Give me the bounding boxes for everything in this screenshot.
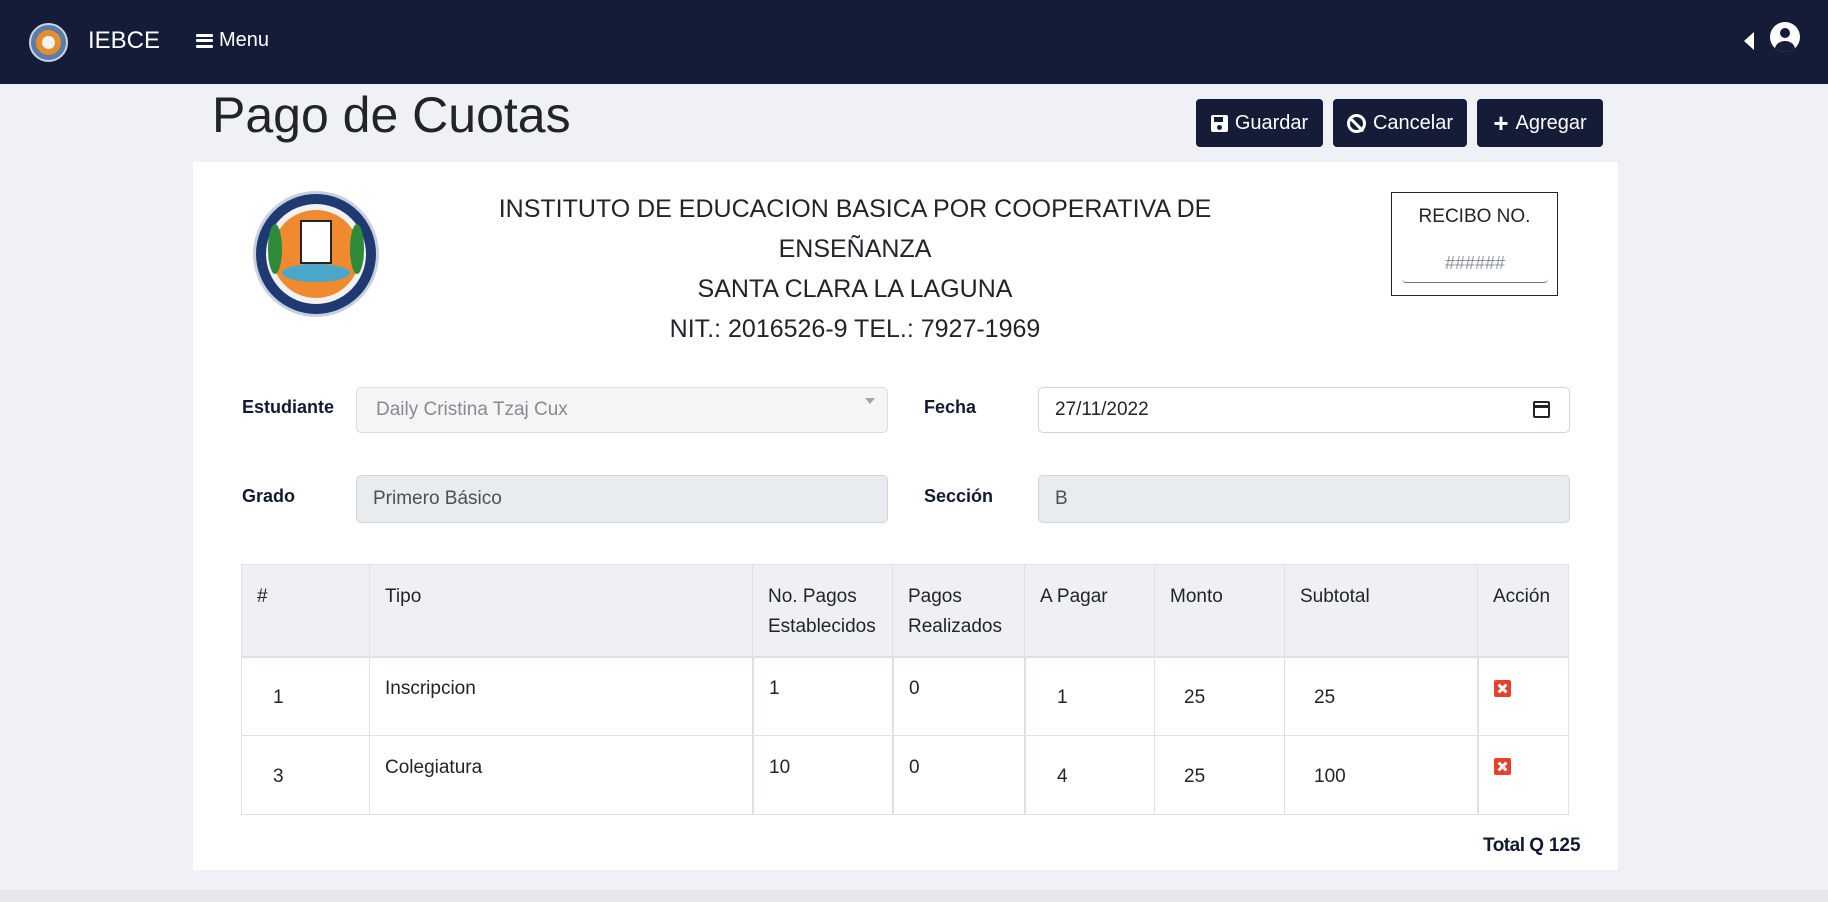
receipt-label: RECIBO NO. bbox=[1418, 206, 1531, 227]
row-number: 1 bbox=[273, 687, 284, 708]
institution-header: INSTITUTO DE EDUCACION BASICA POR COOPER… bbox=[433, 189, 1277, 349]
table-header-amount: Monto bbox=[1154, 564, 1285, 657]
institution-contact: NIT.: 2016526-9 TEL.: 7927-1969 bbox=[669, 315, 1041, 343]
grade-field-value: Primero Básico bbox=[373, 488, 502, 509]
table-row-cell: 0 bbox=[892, 657, 1025, 736]
brand-logo-icon[interactable] bbox=[29, 23, 68, 62]
header-text-line: No. Pagos bbox=[768, 586, 857, 607]
grade-field: Primero Básico bbox=[356, 475, 888, 523]
table-row-cell: 1 bbox=[241, 657, 370, 736]
student-select-value: Daily Cristina Tzaj Cux bbox=[376, 399, 568, 420]
table-row-cell: 25 bbox=[1154, 735, 1285, 815]
date-input[interactable]: 27/11/2022 bbox=[1038, 387, 1570, 433]
top-navbar: IEBCE Menu bbox=[0, 0, 1828, 84]
cancel-button-label: Cancelar bbox=[1372, 111, 1454, 134]
header-text: Acción bbox=[1493, 586, 1551, 607]
table-header-num: # bbox=[241, 564, 370, 657]
table-header-to-pay: A Pagar bbox=[1024, 564, 1155, 657]
menu-label: Menu bbox=[219, 29, 270, 51]
row-amount: 25 bbox=[1184, 687, 1206, 708]
row-to-pay-input[interactable]: 4 bbox=[1057, 766, 1068, 788]
table-row-cell: 25 bbox=[1284, 657, 1478, 736]
row-type: Colegiatura bbox=[385, 757, 483, 778]
row-subtotal: 100 bbox=[1314, 766, 1346, 787]
row-established: 1 bbox=[769, 678, 780, 699]
payment-card: INSTITUTO DE EDUCACION BASICA POR COOPER… bbox=[193, 162, 1618, 870]
add-button[interactable]: + Agregar bbox=[1477, 99, 1603, 147]
total-amount: Total Q 125 bbox=[1483, 835, 1581, 857]
ban-icon bbox=[1346, 113, 1366, 133]
header-text: # bbox=[257, 586, 268, 607]
save-button-label: Guardar bbox=[1234, 111, 1309, 134]
table-header-subtotal: Subtotal bbox=[1284, 564, 1478, 657]
section-field-value: B bbox=[1055, 488, 1068, 509]
grade-label: Grado bbox=[242, 486, 296, 506]
date-input-value: 27/11/2022 bbox=[1055, 399, 1149, 420]
header-text-line: Realizados bbox=[908, 616, 1002, 637]
table-header-established: No. Pagos Establecidos bbox=[752, 564, 893, 657]
header-text-line: Pagos bbox=[908, 586, 962, 607]
row-paid: 0 bbox=[909, 757, 920, 778]
table-header-action: Acción bbox=[1477, 564, 1569, 657]
student-label: Estudiante bbox=[242, 397, 335, 417]
table-header-tipo: Tipo bbox=[369, 564, 753, 657]
save-icon bbox=[1210, 114, 1228, 132]
delete-row-icon[interactable] bbox=[1494, 680, 1511, 697]
receipt-box: RECIBO NO. bbox=[1391, 192, 1558, 296]
row-type: Inscripcion bbox=[385, 678, 476, 699]
table-row-cell: Inscripcion bbox=[369, 657, 753, 736]
receipt-number-input[interactable] bbox=[1402, 245, 1548, 283]
calendar-icon[interactable] bbox=[1533, 401, 1550, 418]
delete-row-icon[interactable] bbox=[1494, 758, 1511, 775]
cancel-button[interactable]: Cancelar bbox=[1333, 99, 1467, 147]
table-row-cell bbox=[1477, 657, 1569, 736]
row-subtotal: 25 bbox=[1314, 687, 1336, 708]
table-row-cell[interactable]: 1 bbox=[1024, 657, 1155, 736]
menu-button[interactable]: Menu bbox=[196, 29, 269, 52]
page-title: Pago de Cuotas bbox=[212, 87, 571, 143]
caret-left-icon[interactable] bbox=[1744, 32, 1754, 50]
date-label: Fecha bbox=[924, 397, 977, 417]
table-header-paid: Pagos Realizados bbox=[892, 564, 1025, 657]
plus-icon: + bbox=[1493, 108, 1509, 138]
header-text: Tipo bbox=[385, 586, 422, 607]
table-row-cell: 100 bbox=[1284, 735, 1478, 815]
header-text-line: Establecidos bbox=[768, 616, 876, 637]
row-amount: 25 bbox=[1184, 766, 1206, 787]
institution-location: SANTA CLARA LA LAGUNA bbox=[697, 275, 1013, 303]
total-value: 125 bbox=[1548, 835, 1581, 856]
add-button-label: Agregar bbox=[1515, 111, 1587, 134]
save-button[interactable]: Guardar bbox=[1196, 99, 1323, 147]
header-text: Monto bbox=[1170, 586, 1223, 607]
row-paid: 0 bbox=[909, 678, 920, 699]
table-row-cell: 10 bbox=[752, 735, 893, 815]
section-label: Sección bbox=[924, 486, 994, 506]
header-text: No. Pagos Establecidos bbox=[768, 582, 876, 642]
table-row-cell: 3 bbox=[241, 735, 370, 815]
institution-name: INSTITUTO DE EDUCACION BASICA POR COOPER… bbox=[498, 195, 1212, 263]
table-row-cell: 25 bbox=[1154, 657, 1285, 736]
table-row-cell[interactable]: 4 bbox=[1024, 735, 1155, 815]
table-row-cell: Colegiatura bbox=[369, 735, 753, 815]
institution-seal-icon bbox=[253, 191, 379, 317]
header-text: Pagos Realizados bbox=[908, 582, 1002, 642]
chevron-down-icon bbox=[865, 398, 875, 404]
section-field: B bbox=[1038, 475, 1570, 523]
brand-name[interactable]: IEBCE bbox=[88, 27, 160, 55]
student-select[interactable]: Daily Cristina Tzaj Cux bbox=[356, 387, 888, 433]
row-established: 10 bbox=[769, 757, 791, 778]
header-text: Subtotal bbox=[1300, 586, 1370, 607]
user-avatar-icon[interactable] bbox=[1770, 22, 1800, 52]
hamburger-icon bbox=[196, 33, 213, 48]
row-number: 3 bbox=[273, 766, 284, 787]
header-text: A Pagar bbox=[1040, 586, 1108, 607]
bottom-strip bbox=[0, 890, 1828, 902]
table-row-cell bbox=[1477, 735, 1569, 815]
row-to-pay-input[interactable]: 1 bbox=[1057, 687, 1068, 709]
table-row-cell: 1 bbox=[752, 657, 893, 736]
total-label: Total Q bbox=[1483, 835, 1544, 856]
table-row-cell: 0 bbox=[892, 735, 1025, 815]
